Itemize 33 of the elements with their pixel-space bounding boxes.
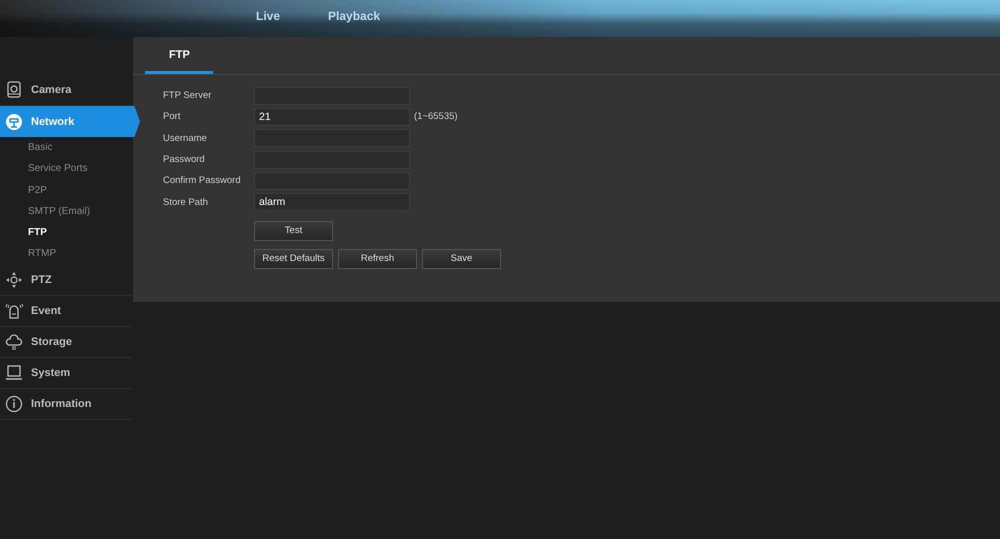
field-label: Port [163, 111, 182, 122]
nav-link[interactable]: Live [256, 9, 280, 37]
field-label: Store Path [163, 196, 209, 208]
range-hint: (1~65535) [414, 111, 458, 122]
action-button[interactable]: Reset Defaults [254, 248, 333, 269]
ptz-icon [5, 270, 23, 289]
sidebar-item[interactable]: Information [0, 388, 133, 420]
sidebar-subitem[interactable]: Service Ports [0, 158, 133, 180]
sidebar-item[interactable]: Storage [0, 326, 133, 358]
storage-icon [5, 332, 23, 351]
field-label: Confirm Password [163, 175, 242, 186]
sidebar-subitem[interactable]: FTP [0, 222, 133, 244]
sidebar-item[interactable]: Event [0, 296, 133, 327]
action-button[interactable]: Refresh [338, 248, 417, 269]
sidebar-subitem[interactable]: P2P [0, 180, 133, 201]
event-icon [5, 302, 23, 320]
tab[interactable]: FTP [145, 37, 213, 74]
network-icon [5, 112, 23, 130]
test-button[interactable]: Test [254, 220, 333, 241]
input-field[interactable]: 21 [254, 108, 410, 126]
sidebar-subitem[interactable]: Basic [0, 137, 133, 158]
field-label: FTP Server [163, 90, 212, 102]
info-icon [5, 394, 23, 413]
input-field[interactable]: alarm [254, 193, 410, 212]
field-label: Username [163, 132, 208, 144]
nav-link[interactable]: Playback [328, 9, 380, 37]
sidebar-subitem[interactable]: RTMP [0, 243, 133, 265]
camera-icon [5, 81, 23, 99]
sidebar-item[interactable]: System [0, 358, 133, 389]
system-icon [5, 364, 23, 382]
action-button[interactable]: Save [422, 248, 501, 269]
sidebar-subitem[interactable]: SMTP (Email) [0, 200, 133, 222]
field-label: Password [163, 154, 206, 166]
